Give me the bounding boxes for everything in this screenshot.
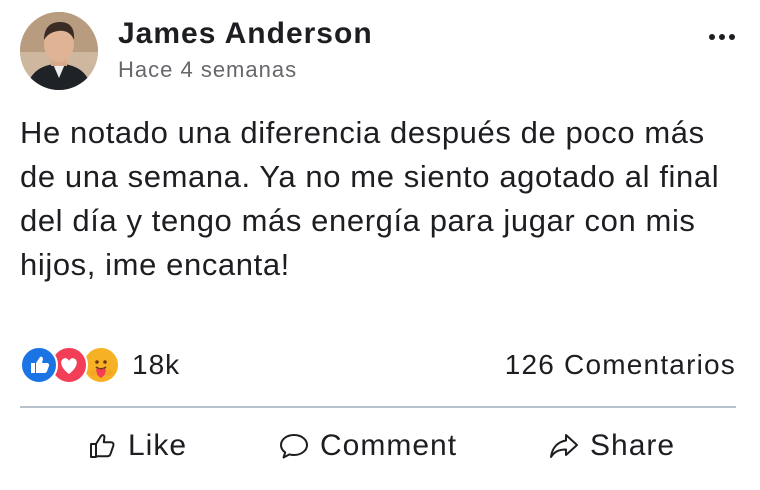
more-dot	[729, 34, 735, 40]
post-timestamp[interactable]: Hace 4 semanas	[118, 56, 297, 84]
author-name[interactable]: James Anderson	[118, 16, 373, 52]
share-button[interactable]: Share	[548, 424, 675, 468]
share-button-label: Share	[590, 429, 676, 462]
reaction-icons[interactable]	[20, 346, 126, 384]
post-body-text: He notado una diferencia después de poco…	[20, 115, 720, 282]
comment-button[interactable]: Comment	[278, 424, 457, 468]
post-card: James Anderson Hace 4 semanas He notado …	[0, 0, 760, 490]
more-horizontal-icon	[709, 34, 715, 40]
comment-count-link[interactable]: 126 Comentarios	[505, 348, 736, 382]
more-options-button[interactable]	[702, 24, 742, 50]
author-avatar[interactable]	[20, 12, 98, 90]
like-button[interactable]: Like	[88, 424, 187, 468]
more-dot	[719, 34, 725, 40]
actions-divider	[20, 406, 736, 408]
like-reaction-icon	[20, 346, 58, 384]
speech-bubble-icon	[278, 431, 310, 461]
like-button-label: Like	[128, 429, 188, 462]
thumbs-up-icon	[88, 431, 118, 461]
share-arrow-icon	[548, 431, 580, 461]
comment-button-label: Comment	[320, 429, 458, 462]
reaction-count[interactable]: 18k	[132, 348, 180, 382]
